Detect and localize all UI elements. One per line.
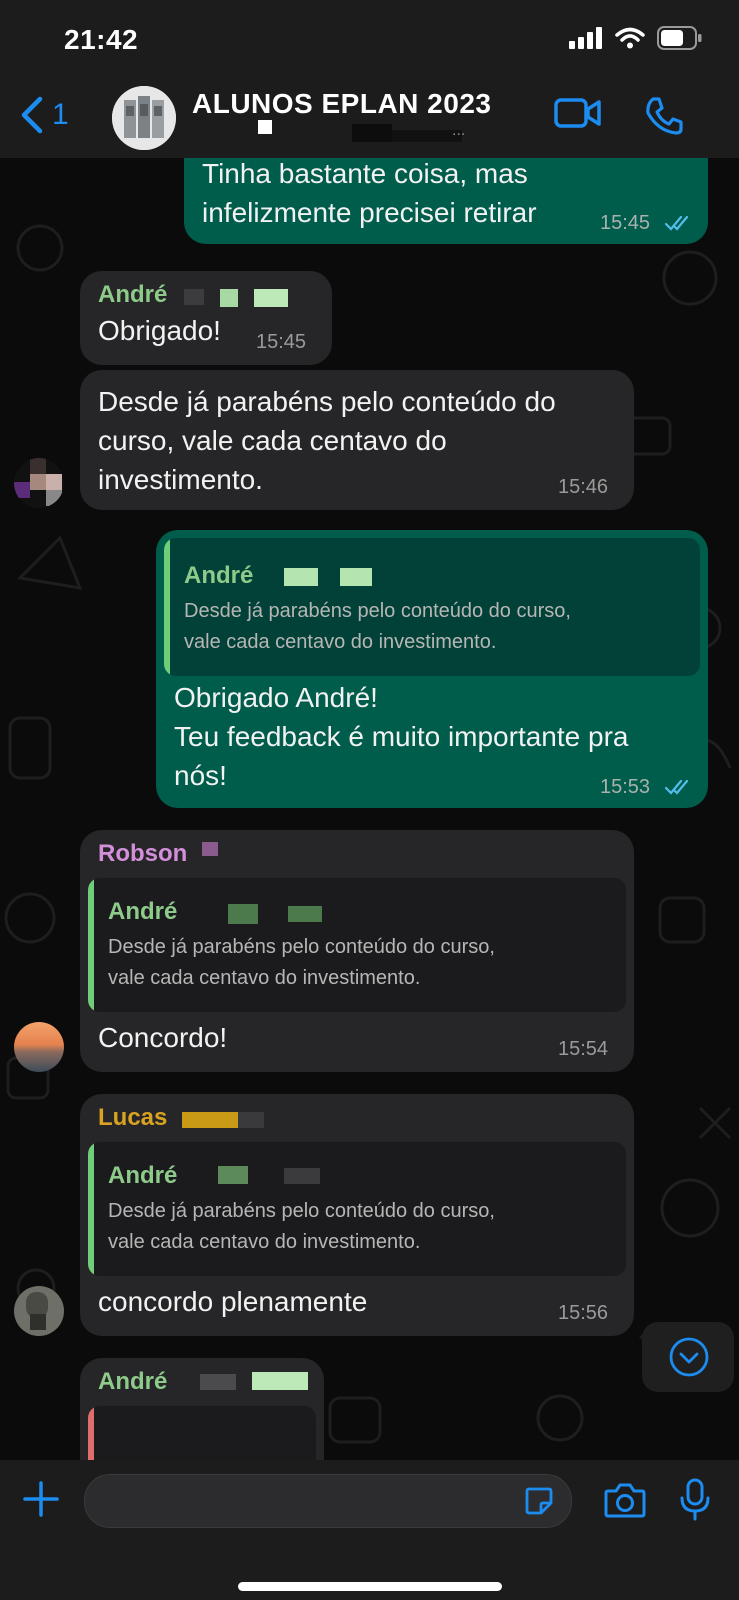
- quoted-sender-name: André: [108, 1162, 178, 1189]
- censor-block: [202, 842, 218, 856]
- sender-name: André: [98, 1368, 168, 1395]
- censor-block: [284, 1168, 320, 1184]
- incoming-message[interactable]: André: [80, 1358, 324, 1460]
- incoming-reply-message[interactable]: Robson André Desde já parabéns pelo cont…: [80, 830, 634, 1072]
- wifi-icon: [615, 27, 645, 49]
- censor-block: [352, 124, 392, 142]
- message-time: 15:45: [256, 331, 307, 353]
- outgoing-message[interactable]: Tinha bastante coisa, mas infelizmente p…: [184, 158, 708, 244]
- quote-accent-bar: [88, 1142, 94, 1276]
- message-time: 15:53: [600, 776, 651, 798]
- plus-icon[interactable]: [22, 1480, 60, 1518]
- censor-block: [258, 120, 272, 134]
- clock: 21:42: [64, 24, 139, 55]
- chat-header: 1 ALUNOS EPLAN 2023 ...: [0, 82, 739, 159]
- sender-avatar[interactable]: [14, 458, 64, 508]
- quote-accent-bar: [164, 538, 170, 676]
- message-input[interactable]: [84, 1474, 572, 1528]
- quoted-text-line: vale cada centavo do investimento.: [108, 1231, 421, 1253]
- group-image-icon: [112, 86, 176, 150]
- message-text-line: Desde já parabéns pelo conteúdo do: [98, 386, 556, 417]
- chevron-left-icon: [21, 96, 43, 134]
- censor-block: [218, 1166, 248, 1184]
- sticker-icon[interactable]: [523, 1485, 555, 1517]
- quoted-message[interactable]: André Desde já parabéns pelo conteúdo do…: [88, 1142, 626, 1276]
- censor-block: [184, 289, 204, 305]
- censor-block: [220, 289, 238, 307]
- sender-avatar[interactable]: [14, 1022, 64, 1072]
- censor-block: [340, 568, 372, 586]
- message-text-line: infelizmente precisei retirar: [202, 197, 537, 228]
- message-time: 15:45: [600, 212, 651, 234]
- signal-icon: [569, 27, 602, 49]
- battery-icon: [657, 26, 702, 50]
- chevron-down-icon: [669, 1337, 709, 1377]
- video-call-icon[interactable]: [554, 96, 602, 130]
- message-time: 15:56: [558, 1302, 609, 1324]
- read-receipt-icon: [664, 215, 689, 231]
- censor-block: [254, 289, 288, 307]
- scroll-to-bottom-button[interactable]: [642, 1322, 734, 1392]
- censor-block: [288, 906, 322, 922]
- phone-icon[interactable]: [644, 96, 684, 136]
- quoted-message[interactable]: [88, 1406, 316, 1460]
- message-text-line: Teu feedback é muito importante pra: [174, 721, 629, 752]
- quote-accent-bar: [88, 878, 94, 1012]
- censor-block: [200, 1374, 236, 1390]
- message-text-line: investimento.: [98, 464, 263, 495]
- outgoing-reply-message[interactable]: André Desde já parabéns pelo conteúdo do…: [156, 530, 708, 808]
- quoted-text-line: Desde já parabéns pelo conteúdo do curso…: [108, 1200, 495, 1222]
- chat-messages-area[interactable]: Tinha bastante coisa, mas infelizmente p…: [0, 158, 739, 1460]
- message-time: 15:54: [558, 1038, 609, 1060]
- read-receipt-icon: [664, 779, 689, 795]
- quote-accent-bar: [88, 1406, 94, 1460]
- home-indicator[interactable]: [238, 1582, 502, 1591]
- message-composer: [0, 1460, 739, 1600]
- message-text-line: curso, vale cada centavo do: [98, 425, 447, 456]
- quoted-text-line: vale cada centavo do investimento.: [184, 631, 497, 653]
- incoming-message[interactable]: André Obrigado! 15:45: [80, 271, 332, 365]
- censor-block: [238, 1112, 264, 1128]
- message-text-line: nós!: [174, 760, 227, 791]
- incoming-message[interactable]: Desde já parabéns pelo conteúdo do curso…: [80, 370, 634, 510]
- message-text-line: Tinha bastante coisa, mas: [202, 158, 528, 189]
- message-text-line: concordo plenamente: [98, 1286, 368, 1317]
- sender-name: Robson: [98, 840, 188, 867]
- chat-title[interactable]: ALUNOS EPLAN 2023: [192, 88, 491, 120]
- quoted-message[interactable]: André Desde já parabéns pelo conteúdo do…: [164, 538, 700, 676]
- status-icons: [569, 26, 703, 50]
- incoming-reply-message[interactable]: Lucas André Desde já parabéns pelo conte…: [80, 1094, 634, 1336]
- quoted-sender-name: André: [108, 898, 178, 925]
- censor-block: [228, 904, 258, 924]
- message-time: 15:46: [558, 476, 609, 498]
- message-text-line: Concordo!: [98, 1022, 228, 1053]
- quoted-text-line: vale cada centavo do investimento.: [108, 967, 421, 989]
- message-text-line: Obrigado!: [98, 315, 221, 346]
- censor-block: [182, 1112, 238, 1128]
- censor-block: [284, 568, 318, 586]
- quoted-text-line: Desde já parabéns pelo conteúdo do curso…: [108, 936, 495, 958]
- message-text-line: Obrigado André!: [174, 682, 378, 713]
- quoted-message[interactable]: André Desde já parabéns pelo conteúdo do…: [88, 878, 626, 1012]
- subtitle-text: ...: [452, 122, 466, 139]
- microphone-icon[interactable]: [678, 1478, 712, 1522]
- sender-avatar[interactable]: [14, 1286, 64, 1336]
- censor-block: [252, 1372, 308, 1390]
- back-button[interactable]: 1: [20, 96, 69, 134]
- quoted-sender-name: André: [184, 562, 254, 589]
- status-bar: 21:42: [0, 0, 739, 82]
- sender-name: Lucas: [98, 1104, 168, 1131]
- quoted-text-line: Desde já parabéns pelo conteúdo do curso…: [184, 600, 571, 622]
- camera-icon[interactable]: [604, 1482, 646, 1518]
- unread-count: 1: [52, 98, 69, 131]
- sender-name: André: [98, 281, 168, 308]
- group-avatar[interactable]: [112, 86, 176, 150]
